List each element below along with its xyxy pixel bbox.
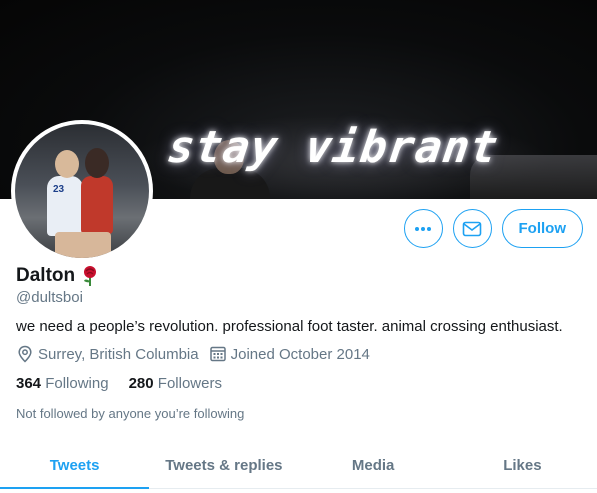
following-count: 364 [16, 375, 42, 392]
avatar-person-head [55, 150, 79, 178]
handle: @dultsboi [16, 289, 83, 306]
location-item: Surrey, British Columbia [16, 345, 199, 363]
follow-counts: 364 Following 280 Followers [16, 375, 222, 392]
tab-tweets-replies[interactable]: Tweets & replies [149, 443, 298, 488]
follow-button[interactable]: Follow [501, 209, 583, 248]
avatar-legs [55, 232, 111, 258]
tab-media[interactable]: Media [299, 443, 448, 488]
following-link[interactable]: 364 Following [16, 375, 109, 392]
name-row: Dalton [16, 265, 99, 287]
display-name: Dalton [16, 265, 76, 286]
location-text: Surrey, British Columbia [38, 345, 199, 363]
banner-neon-text: stay vibrant [164, 122, 502, 173]
calendar-icon [209, 346, 226, 362]
avatar-person-red [81, 176, 113, 234]
tab-likes[interactable]: Likes [448, 443, 597, 488]
tab-tweets[interactable]: Tweets [0, 443, 150, 489]
avatar-person-head-2 [85, 148, 109, 178]
bio: we need a people’s revolution. professio… [16, 318, 563, 335]
followers-count: 280 [128, 375, 154, 392]
avatar-jersey-number: 23 [53, 184, 65, 195]
mail-icon [462, 221, 482, 236]
profile-tabs: Tweets Tweets & replies Media Likes [0, 443, 597, 489]
message-button[interactable] [452, 209, 492, 248]
joined-item: Joined October 2014 [209, 345, 370, 363]
joined-text: Joined October 2014 [230, 345, 370, 363]
not-followed-note: Not followed by anyone you’re following [16, 406, 245, 421]
followers-link[interactable]: 280 Followers [129, 375, 222, 392]
profile-meta: Surrey, British Columbia Joined October … [16, 345, 380, 363]
followers-label: Followers [157, 375, 222, 392]
profile-actions: Follow [403, 209, 583, 248]
avatar[interactable]: 23 [11, 120, 153, 262]
following-label: Following [45, 375, 109, 392]
rose-emoji [81, 265, 99, 287]
more-button[interactable] [403, 209, 443, 248]
location-icon [18, 345, 32, 363]
more-icon [415, 226, 431, 231]
